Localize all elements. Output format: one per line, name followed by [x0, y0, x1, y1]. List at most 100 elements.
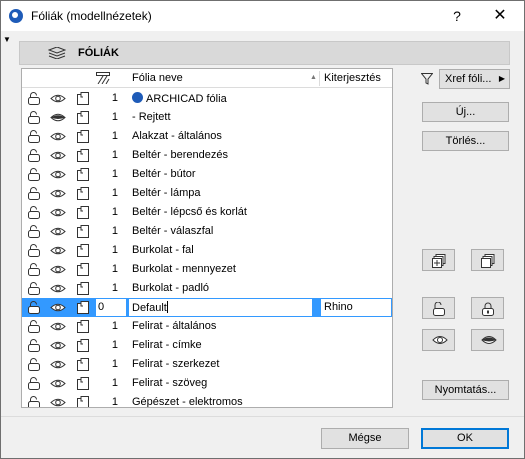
- layer-settings-icon[interactable]: [77, 206, 89, 219]
- layer-row[interactable]: 1 Beltér - bútor: [22, 165, 392, 184]
- intersection-group-field[interactable]: 0: [95, 298, 127, 317]
- layer-settings-icon[interactable]: [77, 339, 89, 352]
- layer-name-field[interactable]: Default: [128, 298, 313, 317]
- eye-icon[interactable]: [50, 188, 66, 199]
- layer-row[interactable]: 0 Default Rhino: [22, 298, 392, 317]
- unlock-icon[interactable]: [28, 339, 40, 352]
- layer-row[interactable]: 1 ARCHICAD fólia: [22, 89, 392, 108]
- column-separator[interactable]: [319, 71, 320, 86]
- eye-icon[interactable]: [50, 264, 66, 275]
- layer-row[interactable]: 1 Felirat - szöveg: [22, 374, 392, 393]
- filter-icon[interactable]: [421, 73, 433, 85]
- column-header-name[interactable]: Fólia neve: [132, 72, 183, 84]
- unlock-icon[interactable]: [28, 358, 40, 371]
- layer-row[interactable]: 1 Felirat - általános: [22, 317, 392, 336]
- unlock-icon[interactable]: [28, 168, 40, 181]
- unlock-icon[interactable]: [28, 377, 40, 390]
- unlock-icon[interactable]: [28, 130, 40, 143]
- unlock-icon[interactable]: [28, 92, 40, 105]
- unlock-icon[interactable]: [28, 282, 40, 295]
- eye-icon[interactable]: [50, 226, 66, 237]
- eye-icon[interactable]: [50, 150, 66, 161]
- unlock-icon[interactable]: [28, 396, 40, 407]
- hide-all-button[interactable]: [471, 329, 504, 351]
- layer-row[interactable]: 1 Beltér - lépcső és korlát: [22, 203, 392, 222]
- layer-settings-icon[interactable]: [77, 282, 89, 295]
- layer-row[interactable]: 1 Burkolat - fal: [22, 241, 392, 260]
- layer-settings-icon[interactable]: [77, 225, 89, 238]
- layer-row[interactable]: 1 Felirat - szerkezet: [22, 355, 392, 374]
- layer-settings-icon[interactable]: [77, 396, 89, 407]
- help-button[interactable]: ?: [446, 5, 468, 27]
- column-header-extension[interactable]: Kiterjesztés: [324, 72, 381, 84]
- xref-layers-button[interactable]: Xref fóli... ▶: [439, 69, 510, 89]
- intersection-group-number: 1: [111, 320, 118, 332]
- section-header[interactable]: FÓLIÁK: [19, 41, 510, 65]
- unlock-icon[interactable]: [28, 111, 40, 124]
- layer-row[interactable]: 1 Felirat - címke: [22, 336, 392, 355]
- eye-icon[interactable]: [50, 302, 66, 313]
- eye-icon[interactable]: [50, 93, 66, 104]
- unlock-icon[interactable]: [28, 320, 40, 333]
- unlock-icon[interactable]: [28, 244, 40, 257]
- eye-icon[interactable]: [50, 169, 66, 180]
- eye-icon[interactable]: [50, 397, 66, 407]
- eye-icon[interactable]: [50, 359, 66, 370]
- layer-name: Felirat - általános: [132, 320, 216, 332]
- lock-all-button[interactable]: [471, 297, 504, 319]
- layer-settings-icon[interactable]: [77, 149, 89, 162]
- duplicate-stack-button[interactable]: [422, 249, 455, 271]
- layer-stack-button[interactable]: [471, 249, 504, 271]
- unlock-icon[interactable]: [28, 301, 40, 314]
- layer-row[interactable]: 1 Beltér - lámpa: [22, 184, 392, 203]
- unlock-icon[interactable]: [28, 225, 40, 238]
- layer-row[interactable]: 1 Beltér - válaszfal: [22, 222, 392, 241]
- layer-settings-icon[interactable]: [77, 111, 89, 124]
- layer-row[interactable]: 1 Beltér - berendezés: [22, 146, 392, 165]
- unlock-icon[interactable]: [28, 263, 40, 276]
- unlock-icon[interactable]: [28, 206, 40, 219]
- delete-layer-button[interactable]: Törlés...: [422, 131, 509, 151]
- collapse-arrow-icon[interactable]: ▼: [3, 35, 11, 44]
- layer-row[interactable]: 1 Gépészet - elektromos: [22, 393, 392, 408]
- layer-settings-icon[interactable]: [77, 377, 89, 390]
- eye-icon[interactable]: [50, 321, 66, 332]
- intersection-group-number: 1: [111, 206, 118, 218]
- unlock-all-button[interactable]: [422, 297, 455, 319]
- layer-settings-icon[interactable]: [77, 168, 89, 181]
- eye-icon[interactable]: [50, 340, 66, 351]
- layer-settings-icon[interactable]: [77, 301, 89, 314]
- layer-row[interactable]: 1 Burkolat - padló: [22, 279, 392, 298]
- ok-button[interactable]: OK: [421, 428, 509, 449]
- eye-icon[interactable]: [50, 207, 66, 218]
- eye-icon[interactable]: [50, 378, 66, 389]
- show-all-button[interactable]: [422, 329, 455, 351]
- print-button[interactable]: Nyomtatás...: [422, 380, 509, 400]
- new-layer-button[interactable]: Új...: [422, 102, 509, 122]
- intersection-group-number: 1: [111, 396, 118, 408]
- unlock-icon[interactable]: [28, 187, 40, 200]
- unlock-icon[interactable]: [28, 149, 40, 162]
- layer-settings-icon[interactable]: [77, 187, 89, 200]
- hatch-icon[interactable]: [96, 72, 110, 84]
- layer-row[interactable]: 1 Alakzat - általános: [22, 127, 392, 146]
- xref-layers-label: Xref fóli...: [445, 73, 492, 85]
- layer-extension-field[interactable]: Rhino: [320, 298, 392, 317]
- layer-list[interactable]: Fólia neve ▲ Kiterjesztés 1 ARCHICAD fóli…: [21, 68, 393, 408]
- layer-row[interactable]: 1 Burkolat - mennyezet: [22, 260, 392, 279]
- eye-icon[interactable]: [50, 245, 66, 256]
- cancel-button[interactable]: Mégse: [321, 428, 409, 449]
- close-button[interactable]: ✕: [485, 5, 515, 27]
- layer-settings-icon[interactable]: [77, 244, 89, 257]
- eye-closed-icon[interactable]: [50, 112, 66, 123]
- text-cursor: [166, 301, 168, 313]
- layer-name-text: - Rejtett: [132, 111, 171, 123]
- layer-row[interactable]: 1 - Rejtett: [22, 108, 392, 127]
- layer-settings-icon[interactable]: [77, 130, 89, 143]
- layer-settings-icon[interactable]: [77, 358, 89, 371]
- eye-icon[interactable]: [50, 131, 66, 142]
- eye-icon[interactable]: [50, 283, 66, 294]
- layer-settings-icon[interactable]: [77, 320, 89, 333]
- layer-settings-icon[interactable]: [77, 92, 89, 105]
- layer-settings-icon[interactable]: [77, 263, 89, 276]
